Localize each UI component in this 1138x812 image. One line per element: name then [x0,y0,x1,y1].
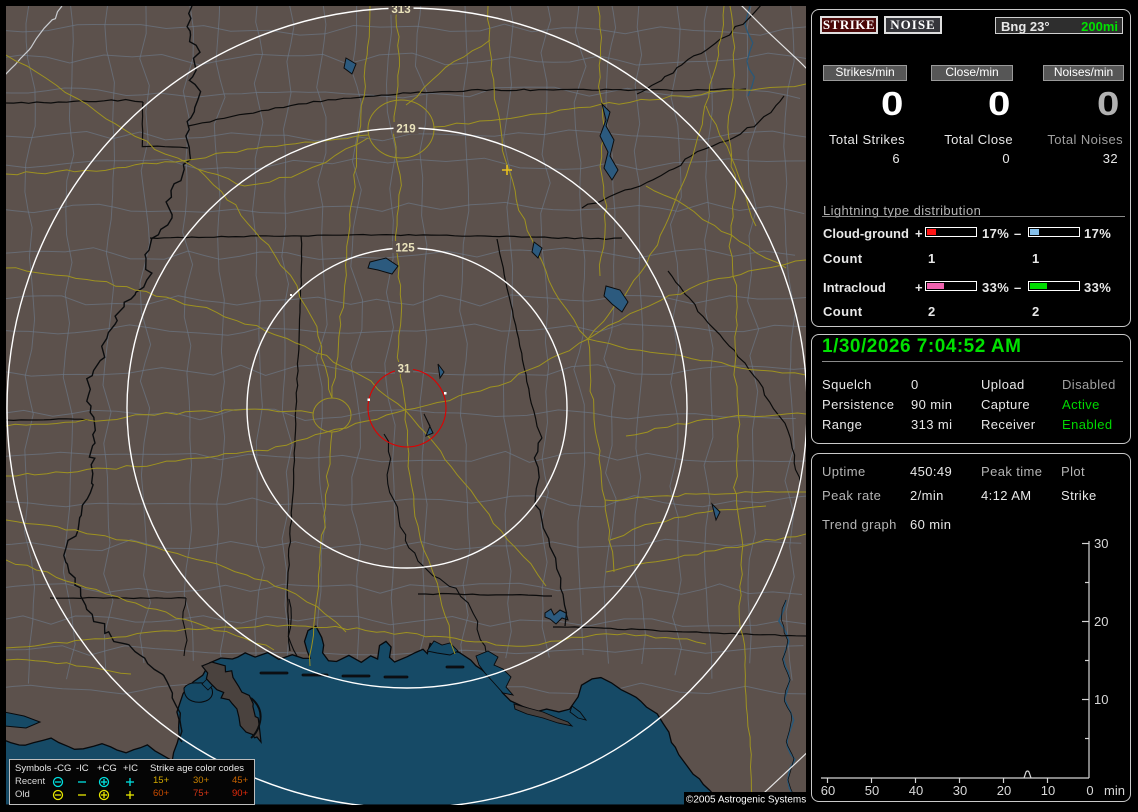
svg-text:20: 20 [1094,614,1108,629]
svg-text:50: 50 [865,783,879,798]
svg-text:10: 10 [1041,783,1055,798]
svg-text:219: 219 [396,124,415,136]
svg-text:©2005 Astrogenic Systems: ©2005 Astrogenic Systems [686,795,806,806]
svg-text:40: 40 [909,783,923,798]
svg-text:0: 0 [1086,783,1093,798]
svg-text:10: 10 [1094,692,1108,707]
svg-text:20: 20 [997,783,1011,798]
svg-text:60: 60 [821,783,835,798]
svg-text:31: 31 [398,364,411,376]
svg-text:30: 30 [1094,536,1108,551]
svg-text:125: 125 [395,243,415,255]
svg-text:313: 313 [391,6,410,16]
svg-text:min: min [1104,783,1125,798]
svg-text:30: 30 [953,783,967,798]
